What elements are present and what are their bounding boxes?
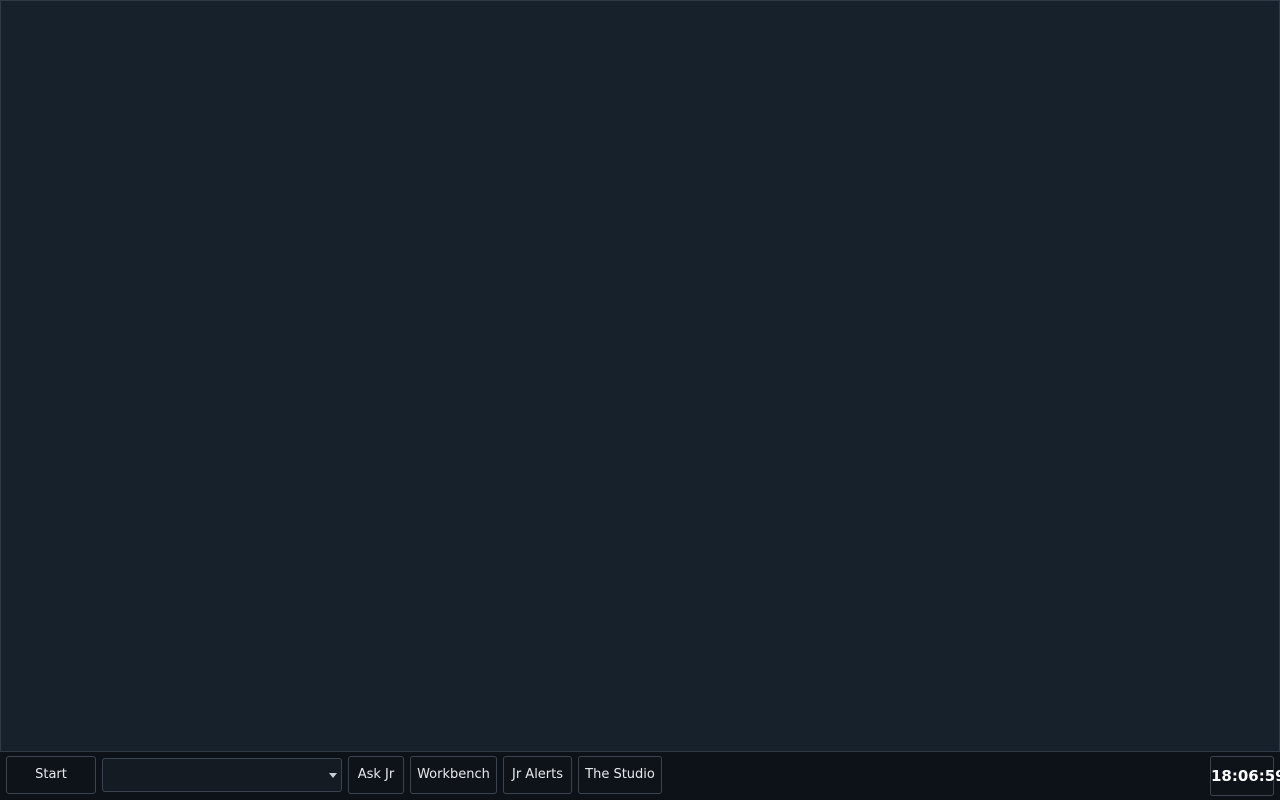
taskbar: Start Ask Jr Workbench Jr Alerts The Stu… [0,752,1280,800]
jr-alerts-button[interactable]: Jr Alerts [503,756,572,794]
taskbar-combo-box[interactable] [102,758,342,792]
start-button[interactable]: Start [6,756,96,794]
the-studio-button[interactable]: The Studio [578,756,662,794]
taskbar-clock[interactable]: 18:06:59 [1210,756,1280,796]
workbench-button[interactable]: Workbench [410,756,497,794]
desktop-area[interactable] [0,0,1280,752]
ask-jr-button[interactable]: Ask Jr [348,756,404,794]
chevron-down-icon[interactable] [329,773,337,778]
